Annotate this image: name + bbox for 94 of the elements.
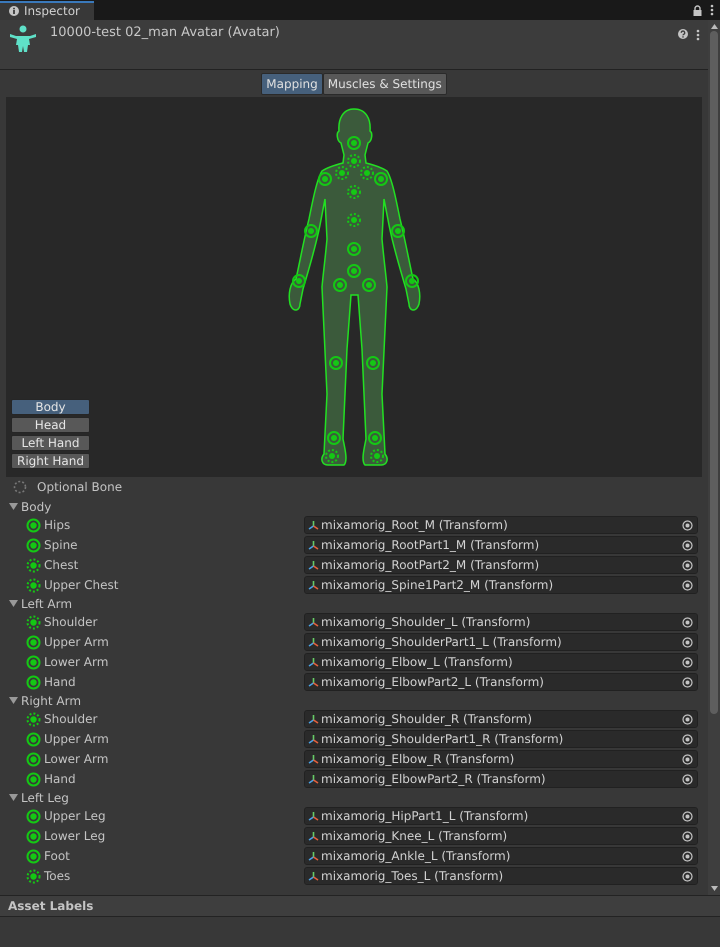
transform-icon: [308, 676, 319, 688]
transform-icon: [308, 636, 319, 648]
view-button[interactable]: Body: [11, 399, 90, 415]
object-field[interactable]: mixamorig_RootPart1_M (Transform): [304, 536, 698, 554]
scrollbar[interactable]: [708, 20, 720, 895]
bone-label: Shoulder: [44, 712, 98, 726]
object-picker-icon[interactable]: [682, 810, 693, 822]
object-picker-icon[interactable]: [682, 754, 693, 764]
object-field[interactable]: mixamorig_RootPart2_M (Transform): [304, 556, 698, 574]
group-label[interactable]: Left Leg: [21, 790, 69, 804]
mode-tab[interactable]: Muscles & Settings: [322, 73, 447, 95]
object-picker-icon[interactable]: [682, 734, 693, 744]
transform-icon: [308, 774, 319, 784]
object-field[interactable]: mixamorig_Shoulder_R (Transform): [304, 710, 698, 728]
object-field[interactable]: mixamorig_Spine1Part2_M (Transform): [304, 576, 698, 594]
transform-icon: [308, 714, 319, 724]
bone-label: Lower Arm: [44, 655, 110, 669]
object-field[interactable]: mixamorig_HipPart1_L (Transform): [304, 807, 698, 825]
bone-label: Upper Arm: [44, 635, 110, 649]
foldout-arrow-icon[interactable]: [9, 793, 18, 802]
object-picker-icon[interactable]: [682, 714, 693, 724]
object-field[interactable]: mixamorig_ElbowPart2_L (Transform): [304, 673, 698, 691]
transform-icon: [308, 656, 319, 668]
object-picker-icon[interactable]: [682, 676, 693, 688]
scrollbar-thumb[interactable]: [710, 31, 718, 714]
object-picker-icon[interactable]: [682, 560, 693, 570]
object-field[interactable]: mixamorig_Knee_L (Transform): [304, 827, 698, 845]
optional-bone-icon: [13, 480, 27, 494]
transform-icon: [308, 580, 319, 590]
help-icon[interactable]: [678, 29, 688, 39]
mode-tab[interactable]: Mapping: [261, 73, 323, 95]
foldout-arrow-icon[interactable]: [9, 599, 18, 608]
group-label[interactable]: Body: [21, 500, 52, 514]
object-field[interactable]: mixamorig_ShoulderPart1_L (Transform): [304, 633, 698, 651]
bone-label: Toes: [44, 869, 72, 883]
bone-label: Chest: [44, 558, 80, 572]
object-field[interactable]: mixamorig_Ankle_L (Transform): [304, 847, 698, 865]
more-icon[interactable]: [696, 29, 700, 41]
transform-icon: [308, 560, 319, 570]
foldout-arrow-icon[interactable]: [9, 502, 18, 511]
object-picker-icon[interactable]: [682, 656, 693, 668]
bone-label: Hand: [44, 675, 77, 689]
bone-label: Hips: [44, 518, 72, 532]
object-picker-icon[interactable]: [682, 636, 693, 648]
object-field[interactable]: mixamorig_ShoulderPart1_R (Transform): [304, 730, 698, 748]
object-picker-icon[interactable]: [682, 616, 693, 628]
lock-icon[interactable]: [693, 4, 702, 16]
bone-label: Lower Arm: [44, 752, 110, 766]
bone-label: Hand: [44, 772, 77, 786]
more-icon[interactable]: [710, 4, 714, 16]
object-field[interactable]: mixamorig_Toes_L (Transform): [304, 867, 698, 885]
object-picker-icon[interactable]: [682, 580, 693, 590]
bone-label: Lower Leg: [44, 829, 106, 843]
transform-icon: [308, 870, 319, 882]
transform-icon: [308, 830, 319, 842]
info-icon: [9, 6, 19, 16]
object-field[interactable]: mixamorig_Root_M (Transform): [304, 516, 698, 534]
transform-icon: [308, 616, 319, 628]
transform-icon: [308, 520, 319, 530]
transform-icon: [308, 850, 319, 862]
object-field[interactable]: mixamorig_Elbow_R (Transform): [304, 750, 698, 768]
legend-label: Optional Bone: [37, 480, 122, 494]
object-field[interactable]: mixamorig_Shoulder_L (Transform): [304, 613, 698, 631]
object-field[interactable]: mixamorig_ElbowPart2_R (Transform): [304, 770, 698, 788]
object-picker-icon[interactable]: [682, 830, 693, 842]
foldout-arrow-icon[interactable]: [9, 696, 18, 705]
transform-icon: [308, 754, 319, 764]
bone-label: Upper Leg: [44, 809, 107, 823]
bone-label: Shoulder: [44, 615, 98, 629]
object-picker-icon[interactable]: [682, 774, 693, 784]
bone-label: Upper Arm: [44, 732, 110, 746]
scroll-down-icon[interactable]: [710, 886, 718, 891]
transform-icon: [308, 540, 319, 550]
bone-label: Foot: [44, 849, 71, 863]
footer-title: Asset Labels: [8, 899, 94, 913]
bone-label: Upper Chest: [44, 578, 120, 592]
group-label[interactable]: Left Arm: [21, 596, 72, 610]
object-picker-icon[interactable]: [682, 850, 693, 862]
avatar-icon: [8, 24, 38, 54]
view-button[interactable]: Left Hand: [11, 435, 90, 451]
scroll-up-icon[interactable]: [710, 24, 718, 29]
transform-icon: [308, 734, 319, 744]
bone-label: Spine: [44, 538, 79, 552]
group-label[interactable]: Right Arm: [21, 694, 82, 708]
inspector-tab[interactable]: Inspector: [0, 0, 94, 20]
object-picker-icon[interactable]: [682, 520, 693, 530]
object-picker-icon[interactable]: [682, 870, 693, 882]
transform-icon: [308, 810, 319, 822]
object-field[interactable]: mixamorig_Elbow_L (Transform): [304, 653, 698, 671]
asset-title: 10000-test 02_man Avatar (Avatar): [50, 25, 280, 40]
object-picker-icon[interactable]: [682, 540, 693, 550]
view-button[interactable]: Right Hand: [11, 453, 90, 469]
view-button[interactable]: Head: [11, 417, 90, 433]
window-title: Inspector: [24, 4, 80, 18]
